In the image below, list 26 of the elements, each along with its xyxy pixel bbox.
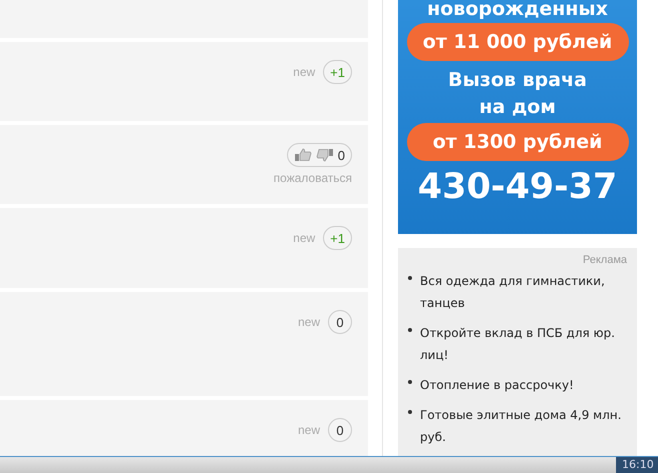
ad-label: Реклама: [582, 254, 627, 266]
price-badge: от 1300 рублей: [406, 123, 628, 161]
new-label: new: [298, 315, 320, 329]
clock: 16:10: [616, 457, 658, 473]
new-label: new: [293, 231, 316, 245]
thumbs-up-icon[interactable]: [294, 148, 312, 162]
rating-counter[interactable]: 0: [328, 418, 352, 442]
ad-link[interactable]: Готовые элитные дома 4,9 млн. руб.: [420, 404, 627, 448]
new-label: new: [298, 423, 320, 437]
bullet-icon: [408, 328, 412, 332]
ad-banner[interactable]: новорожденных от 11 000 рублей Вызов врача на дом от 1300 рублей 430-49-37: [398, 0, 637, 234]
ad-link[interactable]: Отопление в рассрочку!: [420, 374, 574, 396]
thumbs-down-icon[interactable]: [316, 148, 334, 162]
phone-number: 430-49-37: [418, 167, 618, 207]
bullet-icon: [408, 380, 412, 384]
vote-count: 0: [338, 148, 345, 162]
banner-heading: на дом: [479, 95, 556, 120]
banner-heading: Вызов врача: [448, 68, 587, 93]
price-badge: от 11 000 рублей: [406, 23, 628, 61]
ad-link[interactable]: Откройте вклад в ПСБ для юр. лиц!: [420, 322, 627, 366]
ad-link[interactable]: Вся одежда для гимнастики, танцев: [420, 270, 627, 314]
rating-counter[interactable]: 0: [328, 310, 352, 334]
banner-heading: новорожденных: [427, 0, 608, 21]
bullet-icon: [408, 276, 412, 280]
new-label: new: [293, 65, 316, 79]
bullet-icon: [408, 410, 412, 414]
